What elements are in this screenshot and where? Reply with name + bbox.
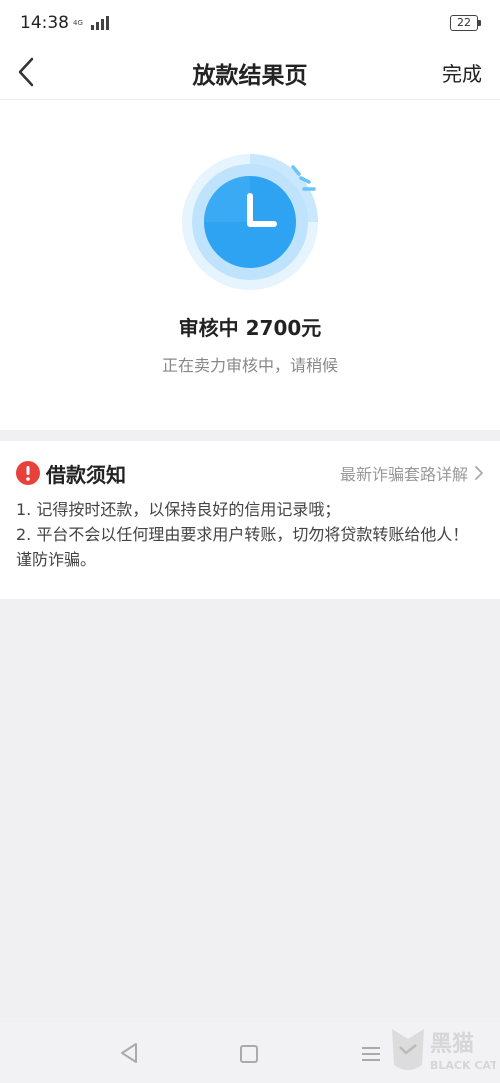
notice-item: 2. 平台不会以任何理由要求用户转账，切勿将贷款转账给他人！谨防诈骗。 — [16, 525, 469, 569]
status-subtitle: 正在卖力审核中，请稍候 — [161, 356, 338, 375]
done-button[interactable]: 完成 — [442, 58, 482, 87]
watermark-cn: 黑猫 — [430, 1032, 474, 1057]
scam-guide-label: 最新诈骗套路详解 — [339, 465, 468, 484]
status-time: 14:38 — [20, 13, 69, 33]
status-bar: 14:38 4G 22 — [0, 0, 500, 46]
clock-icon — [180, 152, 330, 292]
system-nav-bar: 黑猫 BLACK CAT — [0, 1023, 500, 1083]
notice-card: 借款须知 最新诈骗套路详解 1. 记得按时还款，以保持良好的信用记录哦； 2. … — [0, 441, 500, 599]
notice-list: 1. 记得按时还款，以保持良好的信用记录哦； 2. 平台不会以任何理由要求用户转… — [16, 497, 484, 572]
status-title: 审核中 2700元 — [178, 316, 322, 340]
black-cat-watermark: 黑猫 BLACK CAT — [392, 1029, 496, 1072]
nav-home-icon[interactable] — [240, 1045, 258, 1063]
nav-back-icon[interactable] — [118, 1041, 140, 1065]
watermark-en: BLACK CAT — [430, 1059, 496, 1072]
page-title: 放款结果页 — [192, 63, 308, 89]
network-label: 4G — [73, 19, 83, 27]
battery-level: 22 — [457, 16, 471, 29]
nav-bar: 放款结果页 完成 — [0, 46, 500, 100]
notice-header: 借款须知 最新诈骗套路详解 — [16, 459, 484, 489]
result-card: 审核中 2700元 正在卖力审核中，请稍候 — [0, 100, 500, 430]
nav-menu-icon[interactable] — [360, 1045, 382, 1063]
warning-icon — [16, 461, 40, 485]
battery-icon: 22 — [450, 15, 481, 31]
chevron-right-icon — [475, 466, 483, 480]
scam-guide-link[interactable]: 最新诈骗套路详解 — [340, 461, 484, 485]
notice-title: 借款须知 — [46, 463, 126, 487]
signal-icon — [90, 16, 109, 30]
notice-item: 1. 记得按时还款，以保持良好的信用记录哦； — [16, 500, 341, 519]
